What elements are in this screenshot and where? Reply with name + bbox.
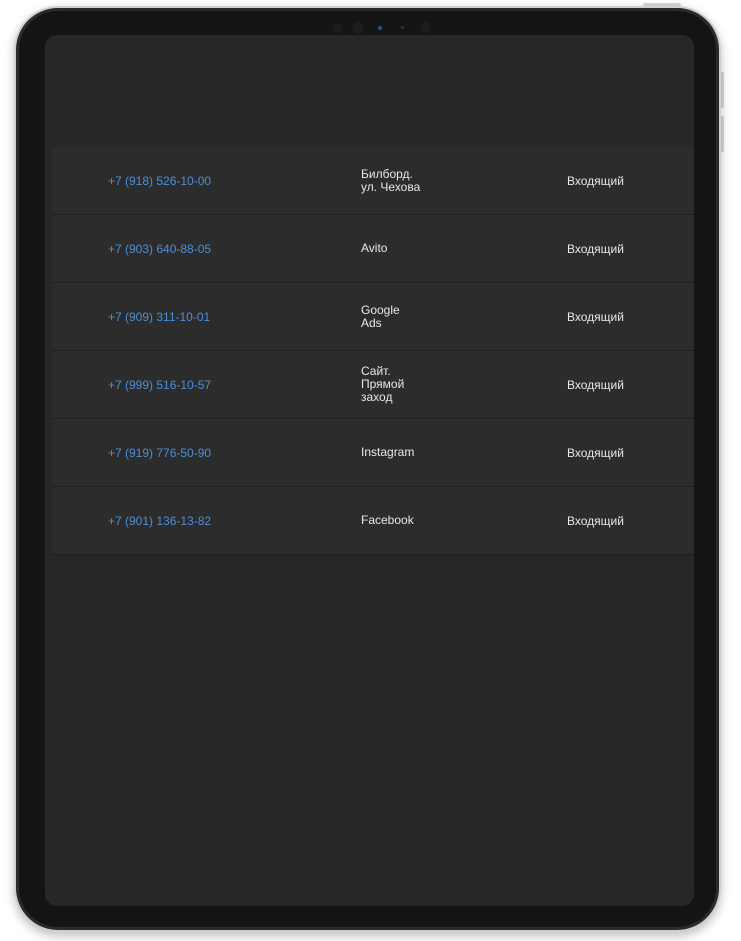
call-type: Входящий [567, 377, 624, 392]
call-type: Входящий [567, 513, 624, 528]
call-source: Сайт. Прямой заход [361, 364, 405, 404]
call-list: +7 (918) 526-10-00 Билборд. ул. Чехова Вхо… [52, 147, 694, 555]
phone-number-link[interactable]: +7 (919) 776-50-90 [108, 419, 211, 486]
call-type: Входящий [567, 173, 624, 188]
camera-bar [326, 20, 446, 36]
table-row[interactable]: +7 (918) 526-10-00 Билборд. ул. Чехова Вхо… [52, 147, 694, 215]
call-source: Facebook [361, 513, 414, 527]
phone-number-link[interactable]: +7 (999) 516-10-57 [108, 351, 211, 418]
mic-icon [401, 26, 404, 29]
call-source: Билборд. ул. Чехова [361, 166, 421, 194]
call-source: Google Ads [361, 302, 400, 330]
call-type: Входящий [567, 241, 624, 256]
phone-number-link[interactable]: +7 (901) 136-13-82 [108, 487, 211, 554]
camera-icon [352, 22, 364, 34]
sensor-icon [332, 23, 342, 33]
call-type: Входящий [567, 445, 624, 460]
camera-led-icon [378, 26, 382, 30]
call-source: Instagram [361, 445, 415, 459]
phone-number-link[interactable]: +7 (918) 526-10-00 [108, 147, 211, 214]
phone-number-link[interactable]: +7 (909) 311-10-01 [108, 283, 210, 350]
app-screen: +7 (918) 526-10-00 Билборд. ул. Чехова Вхо… [45, 35, 694, 906]
table-row[interactable]: +7 (919) 776-50-90 Instagram Входящий [52, 419, 694, 487]
phone-number-link[interactable]: +7 (903) 640-88-05 [108, 215, 211, 282]
call-type: Входящий [567, 309, 624, 324]
face-id-icon [420, 22, 431, 33]
table-row[interactable]: +7 (909) 311-10-01 Google Ads Входящий [52, 283, 694, 351]
call-source: Avito [361, 241, 388, 255]
table-row[interactable]: +7 (901) 136-13-82 Facebook Входящий [52, 487, 694, 555]
table-row[interactable]: +7 (999) 516-10-57 Сайт. Прямой заход Вход… [52, 351, 694, 419]
table-row[interactable]: +7 (903) 640-88-05 Avito Входящий [52, 215, 694, 283]
